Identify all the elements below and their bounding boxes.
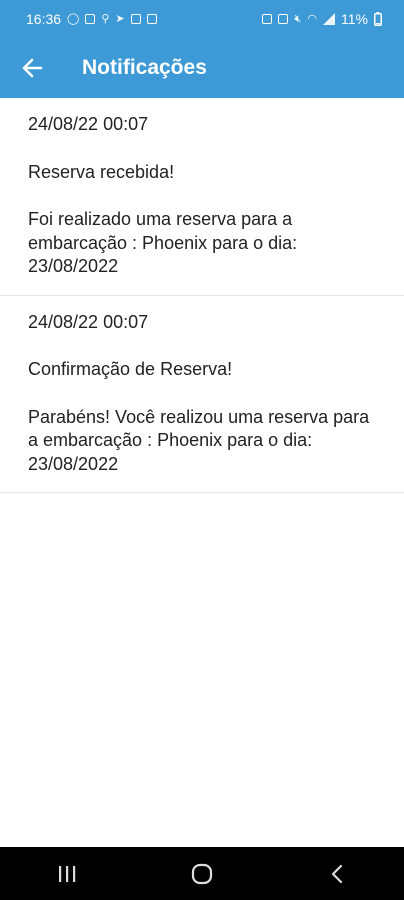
back-button[interactable]	[0, 38, 64, 98]
notification-item[interactable]: 24/08/22 00:07 Confirmação de Reserva! P…	[0, 296, 404, 493]
app-bar: Notificações	[0, 38, 404, 98]
notification-date: 24/08/22 00:07	[28, 311, 149, 332]
back-nav-icon	[331, 864, 342, 883]
notification-body: Parabéns! Você realizou uma reserva para…	[28, 406, 370, 474]
wifi-icon: ◠	[307, 12, 318, 25]
battery-percent: 11%	[341, 11, 368, 27]
home-icon	[191, 863, 213, 884]
recent-apps-button[interactable]	[37, 847, 97, 900]
battery-icon	[374, 12, 382, 26]
nfc-icon	[278, 14, 289, 24]
notification-subject: Reserva recebida!	[28, 161, 175, 182]
notification-date: 24/08/22 00:07	[28, 114, 149, 134]
clock: 16:36	[26, 11, 62, 27]
notification-subject: Confirmação de Reserva!	[28, 359, 233, 379]
page-title: Notificações	[82, 56, 207, 79]
mute-icon: 🔇︎	[294, 12, 302, 25]
signal-icon	[323, 13, 336, 25]
arrow-left-icon	[22, 58, 43, 78]
recent-apps-icon	[59, 865, 76, 882]
app-header: 16:36 ◯ ⚲ ➤ 🔇︎ ◠ 11% Notificações	[0, 0, 404, 98]
notification-item[interactable]: 24/08/22 00:07 Reserva recebida! Foi rea…	[0, 98, 404, 296]
gallery-icon	[130, 14, 141, 24]
notification-list: 24/08/22 00:07 Reserva recebida! Foi rea…	[0, 98, 404, 493]
home-button[interactable]	[172, 847, 232, 900]
messages-icon	[85, 14, 96, 24]
status-bar: 16:36 ◯ ⚲ ➤ 🔇︎ ◠ 11%	[0, 0, 404, 38]
back-nav-button[interactable]	[307, 847, 367, 900]
system-nav-bar	[0, 847, 404, 900]
whatsapp-icon: ◯	[67, 12, 80, 25]
battery-saver-icon	[262, 14, 273, 24]
telegram-icon: ➤	[115, 12, 125, 25]
notification-body: Foi realizado uma reserva para a embarca…	[28, 209, 298, 276]
app-icon	[146, 14, 157, 24]
location-icon: ⚲	[101, 12, 110, 25]
